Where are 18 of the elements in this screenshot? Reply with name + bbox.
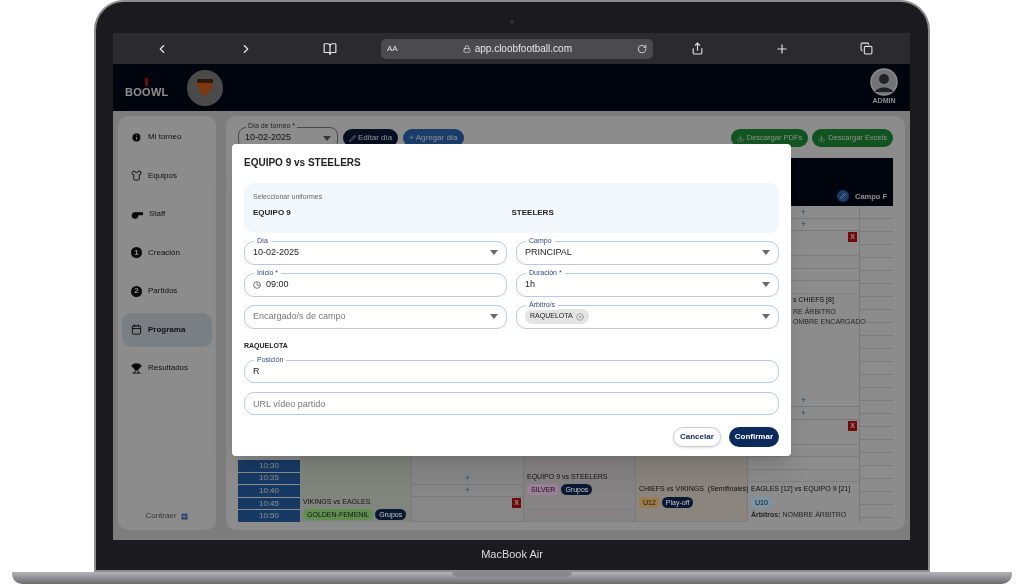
field-value: 10-02-2025 <box>245 131 293 145</box>
field-placeholder: Encargado/s de campo <box>253 309 347 323</box>
time-slot: 10:50 <box>238 509 300 522</box>
team-name: EQUIPO 9 <box>253 206 292 219</box>
field-value: 09:00 <box>266 277 290 291</box>
app-logo: BOOWL <box>125 86 169 98</box>
step-number-icon: 1 <box>131 247 142 258</box>
field-value: R <box>253 364 260 378</box>
url-text: app.cloobfootball.com <box>474 42 572 56</box>
time-slot: 10:30 <box>238 459 300 472</box>
field-value: PRINCIPAL <box>525 245 573 259</box>
time-slot: 10:40 <box>238 484 300 497</box>
field-value: 10-02-2025 <box>253 245 301 259</box>
step-number-icon: 2 <box>131 285 142 297</box>
team-name: STEELERS <box>511 206 555 219</box>
device-label: MacBook Air <box>481 547 543 562</box>
field-value: 1h <box>525 277 536 291</box>
dialog-title: EQUIPO 9 vs STEELERS <box>244 156 362 170</box>
